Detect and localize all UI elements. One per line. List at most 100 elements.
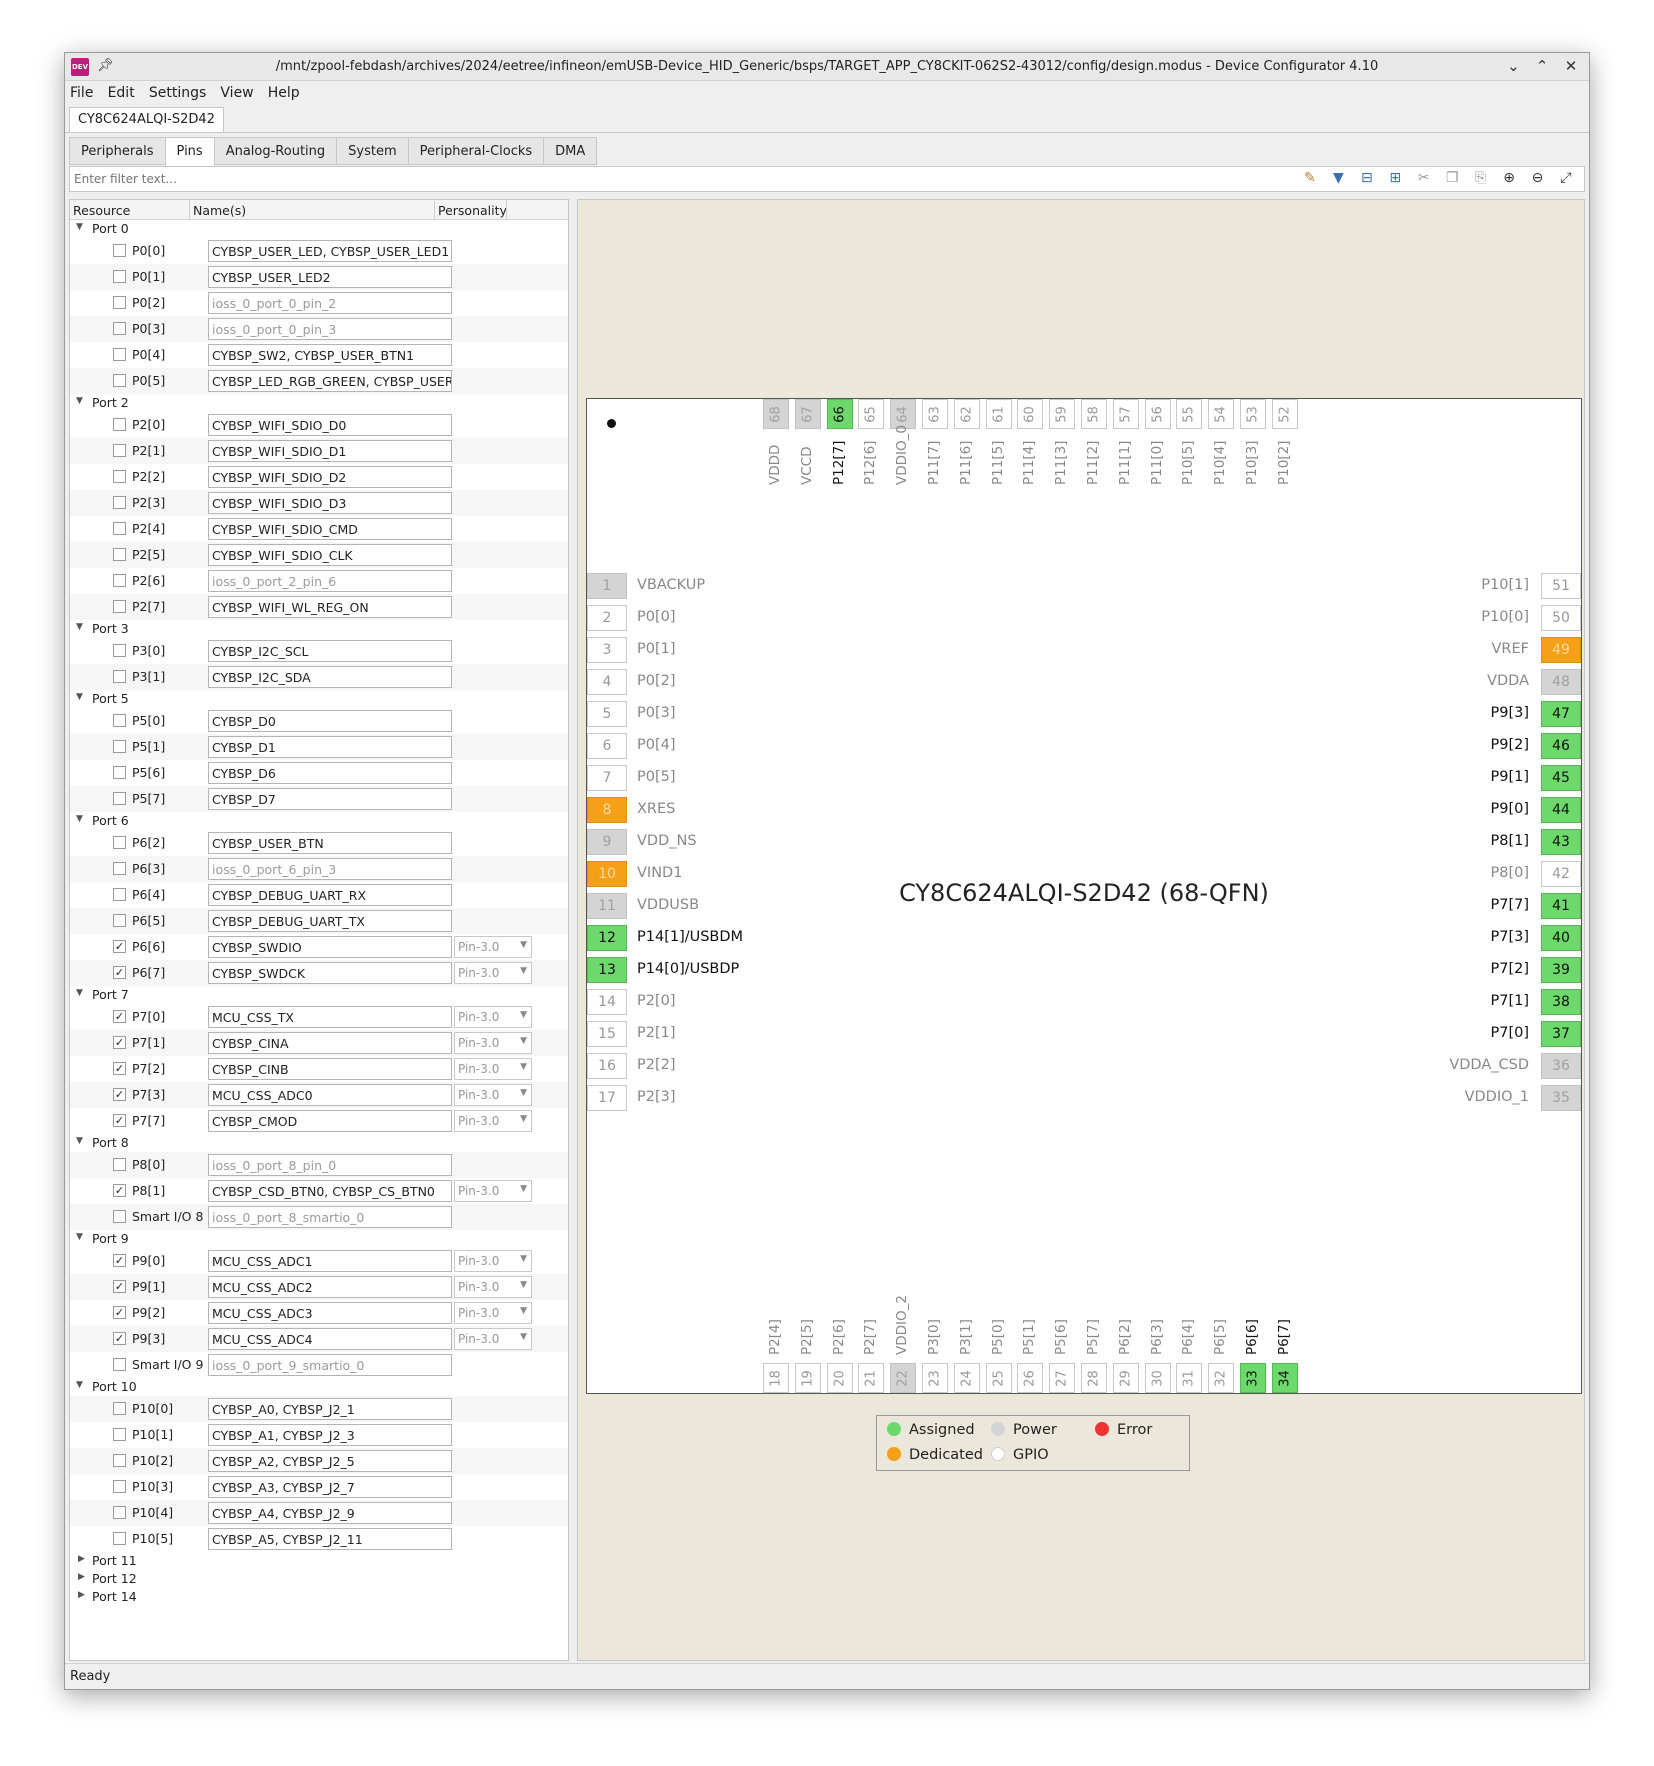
pin-name-field[interactable]: ioss_0_port_0_pin_3	[208, 318, 452, 340]
chip-pin-1[interactable]: 1	[587, 573, 627, 599]
chip-pin-50[interactable]: 50	[1541, 605, 1581, 631]
pin-enable-checkbox[interactable]	[113, 444, 126, 457]
pin-enable-checkbox[interactable]	[113, 740, 126, 753]
pin-name-field[interactable]: CYBSP_WIFI_SDIO_D1	[208, 440, 452, 462]
pin-enable-checkbox[interactable]	[113, 766, 126, 779]
device-tab[interactable]: CY8C624ALQI-S2D42	[69, 107, 224, 133]
pin-row[interactable]: P6[3] ioss_0_port_6_pin_3	[70, 856, 568, 882]
pin-row[interactable]: P10[2] CYBSP_A2, CYBSP_J2_5	[70, 1448, 568, 1474]
pin-row[interactable]: P5[0] CYBSP_D0	[70, 708, 568, 734]
chip-pin-6[interactable]: 6	[587, 733, 627, 759]
chip-pin-3[interactable]: 3	[587, 637, 627, 663]
chip-pin-34[interactable]: 34	[1271, 1363, 1298, 1393]
chip-pin-25[interactable]: 25	[985, 1363, 1012, 1393]
collapse-all-icon[interactable]: ⊟	[1355, 170, 1379, 186]
expand-arrow-icon[interactable]: ▼	[76, 1136, 83, 1146]
pin-row[interactable]: P5[1] CYBSP_D1	[70, 734, 568, 760]
pin-enable-checkbox[interactable]: ✓	[113, 1036, 126, 1049]
port-row[interactable]: ▼ Port 8	[70, 1134, 568, 1152]
chip-pin-51[interactable]: 51	[1541, 573, 1581, 599]
pin-row[interactable]: Smart I/O 8 ioss_0_port_8_smartio_0	[70, 1204, 568, 1230]
expand-arrow-icon[interactable]: ▼	[76, 814, 83, 824]
personality-select[interactable]: Pin-3.0 ▼	[454, 1032, 532, 1054]
pin-name-field[interactable]: CYBSP_SW2, CYBSP_USER_BTN1	[208, 344, 452, 366]
port-row-collapsed[interactable]: ▶ Port 14	[70, 1588, 568, 1606]
chip-pin-40[interactable]: 40	[1541, 925, 1581, 951]
chip-pin-14[interactable]: 14	[587, 989, 627, 1015]
filter-icon[interactable]: ▼	[1326, 170, 1350, 186]
pin-enable-checkbox[interactable]	[113, 348, 126, 361]
pin-enable-checkbox[interactable]	[113, 418, 126, 431]
chip-pin-45[interactable]: 45	[1541, 765, 1581, 791]
pin-row[interactable]: ✓ P6[6] CYBSP_SWDIO Pin-3.0 ▼	[70, 934, 568, 960]
pin-name-field[interactable]: CYBSP_A1, CYBSP_J2_3	[208, 1424, 452, 1446]
chip-pin-30[interactable]: 30	[1144, 1363, 1171, 1393]
pin-row[interactable]: ✓ P9[0] MCU_CSS_ADC1 Pin-3.0 ▼	[70, 1248, 568, 1274]
maximize-button[interactable]: ⌃	[1530, 57, 1554, 75]
tab-peripherals[interactable]: Peripherals	[69, 137, 166, 165]
pin-enable-checkbox[interactable]	[113, 1358, 126, 1371]
chip-pin-58[interactable]: 58	[1081, 399, 1107, 429]
cut-icon[interactable]: ✂	[1412, 170, 1436, 186]
pin-row[interactable]: ✓ P8[1] CYBSP_CSD_BTN0, CYBSP_CS_BTN0 Pin-3…	[70, 1178, 568, 1204]
pin-name-field[interactable]: CYBSP_CSD_BTN0, CYBSP_CS_BTN0	[208, 1180, 452, 1202]
personality-select[interactable]: Pin-3.0 ▼	[454, 962, 532, 984]
pin-name-field[interactable]: CYBSP_WIFI_SDIO_D2	[208, 466, 452, 488]
pin-row[interactable]: P10[5] CYBSP_A5, CYBSP_J2_11	[70, 1526, 568, 1552]
pin-name-field[interactable]: ioss_0_port_6_pin_3	[208, 858, 452, 880]
pin-row[interactable]: P10[0] CYBSP_A0, CYBSP_J2_1	[70, 1396, 568, 1422]
pin-name-field[interactable]: CYBSP_CINA	[208, 1032, 452, 1054]
pin-row[interactable]: P10[1] CYBSP_A1, CYBSP_J2_3	[70, 1422, 568, 1448]
pin-row[interactable]: ✓ P9[1] MCU_CSS_ADC2 Pin-3.0 ▼	[70, 1274, 568, 1300]
chip-pin-52[interactable]: 52	[1271, 399, 1298, 429]
expand-arrow-icon[interactable]: ▼	[76, 396, 83, 406]
port-row-collapsed[interactable]: ▶ Port 11	[70, 1552, 568, 1570]
pin-name-field[interactable]: CYBSP_A2, CYBSP_J2_5	[208, 1450, 452, 1472]
pin-row[interactable]: P2[7] CYBSP_WIFI_WL_REG_ON	[70, 594, 568, 620]
port-row[interactable]: ▼ Port 7	[70, 986, 568, 1004]
pin-name-field[interactable]: CYBSP_I2C_SCL	[208, 640, 452, 662]
pin-name-field[interactable]: CYBSP_A5, CYBSP_J2_11	[208, 1528, 452, 1550]
pin-name-field[interactable]: CYBSP_WIFI_SDIO_CMD	[208, 518, 452, 540]
pin-name-field[interactable]: CYBSP_USER_BTN	[208, 832, 452, 854]
tab-pins[interactable]: Pins	[164, 137, 215, 166]
chip-pin-49[interactable]: 49	[1541, 637, 1581, 663]
tab-analog-routing[interactable]: Analog-Routing	[213, 137, 338, 165]
pin-enable-checkbox[interactable]	[113, 1480, 126, 1493]
chip-pin-29[interactable]: 29	[1112, 1363, 1139, 1393]
pin-enable-checkbox[interactable]	[113, 522, 126, 535]
chip-pin-18[interactable]: 18	[763, 1363, 789, 1393]
pin-row[interactable]: P5[7] CYBSP_D7	[70, 786, 568, 812]
menu-settings[interactable]: Settings	[144, 81, 211, 101]
pin-enable-checkbox[interactable]	[113, 244, 126, 257]
expand-arrow-icon[interactable]: ▼	[76, 622, 83, 632]
expand-arrow-icon[interactable]: ▼	[76, 222, 83, 232]
chip-pin-41[interactable]: 41	[1541, 893, 1581, 919]
pin-name-field[interactable]: CYBSP_DEBUG_UART_TX	[208, 910, 452, 932]
pin-enable-checkbox[interactable]	[113, 1428, 126, 1441]
chip-pin-19[interactable]: 19	[794, 1363, 821, 1393]
pin-name-field[interactable]: CYBSP_A4, CYBSP_J2_9	[208, 1502, 452, 1524]
chip-pin-10[interactable]: 10	[587, 861, 627, 887]
pin-name-field[interactable]: CYBSP_USER_LED, CYBSP_USER_LED1	[208, 240, 452, 262]
copy-icon[interactable]: ❐	[1440, 170, 1464, 186]
chip-pin-37[interactable]: 37	[1541, 1021, 1581, 1047]
pin-row[interactable]: P0[0] CYBSP_USER_LED, CYBSP_USER_LED1	[70, 238, 568, 264]
pin-enable-checkbox[interactable]	[113, 600, 126, 613]
pin-enable-checkbox[interactable]	[113, 670, 126, 683]
chip-pin-28[interactable]: 28	[1081, 1363, 1107, 1393]
port-row[interactable]: ▼ Port 2	[70, 394, 568, 412]
chip-pin-33[interactable]: 33	[1240, 1363, 1266, 1393]
chip-pin-57[interactable]: 57	[1112, 399, 1139, 429]
pin-row[interactable]: ✓ P9[3] MCU_CSS_ADC4 Pin-3.0 ▼	[70, 1326, 568, 1352]
pin-enable-checkbox[interactable]	[113, 714, 126, 727]
pin-name-field[interactable]: CYBSP_D6	[208, 762, 452, 784]
chip-pin-22[interactable]: 22	[890, 1363, 917, 1393]
pin-name-field[interactable]: CYBSP_CMOD	[208, 1110, 452, 1132]
filter-input[interactable]	[72, 169, 1340, 189]
personality-select[interactable]: Pin-3.0 ▼	[454, 1110, 532, 1132]
pin-row[interactable]: ✓ P7[3] MCU_CSS_ADC0 Pin-3.0 ▼	[70, 1082, 568, 1108]
pin-enable-checkbox[interactable]	[113, 496, 126, 509]
chip-pin-11[interactable]: 11	[587, 893, 627, 919]
chip-pin-32[interactable]: 32	[1208, 1363, 1235, 1393]
